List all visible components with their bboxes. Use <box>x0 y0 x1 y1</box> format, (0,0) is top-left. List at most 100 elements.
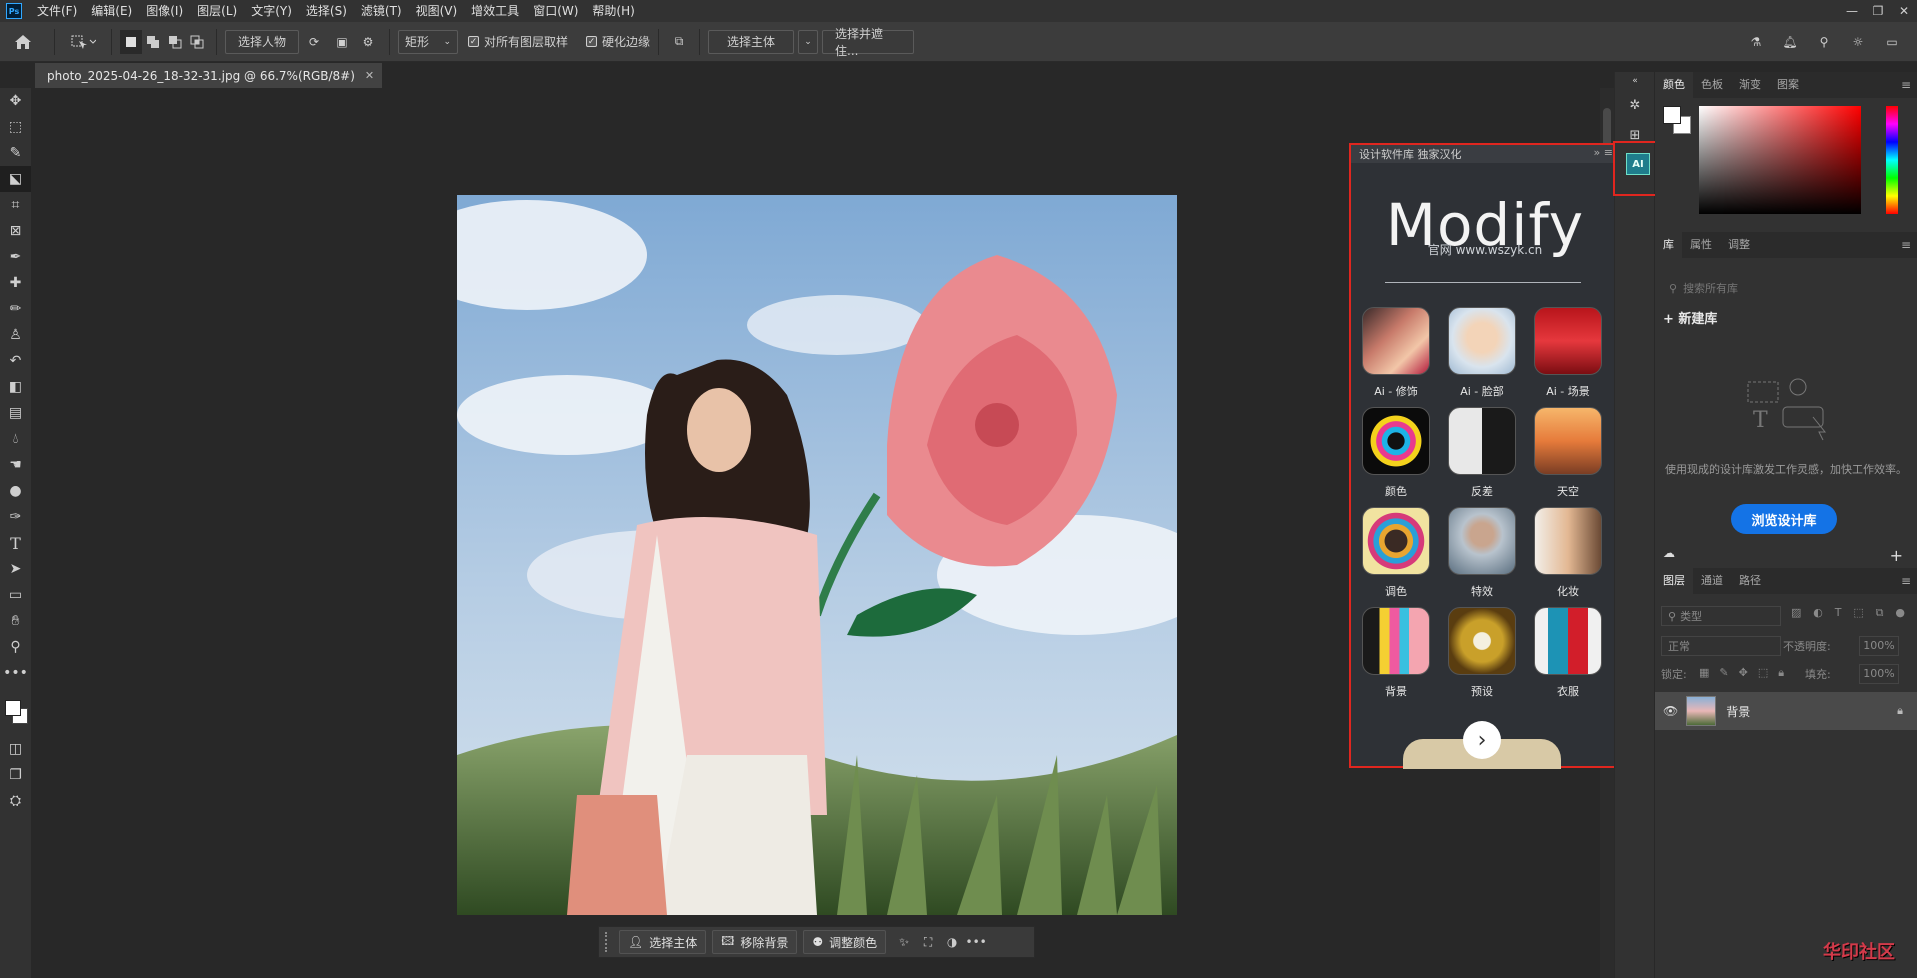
restore-icon[interactable]: ❐ <box>1865 0 1891 22</box>
object-select-tool-icon[interactable]: ⬕ <box>0 166 31 192</box>
stamp-tool-icon[interactable]: ♙ <box>0 322 31 348</box>
lock-pixels-icon[interactable]: ✎ <box>1719 666 1728 680</box>
panel-menu-icon[interactable]: ≡ <box>1901 72 1911 98</box>
lightbulb-icon[interactable]: ☼ <box>1841 30 1875 54</box>
plugin-item-sky[interactable]: 天空 <box>1533 407 1603 505</box>
plugin-item-contrast[interactable]: 反差 <box>1447 407 1517 505</box>
plugin-item-background[interactable]: 背景 <box>1361 607 1431 705</box>
taskbar-select-subject-button[interactable]: 👤︎ 选择主体 <box>619 930 707 954</box>
tab-swatches[interactable]: 色板 <box>1693 72 1731 98</box>
add-icon[interactable]: + <box>1890 546 1903 565</box>
flask-icon[interactable]: ⚗ <box>1739 30 1773 54</box>
mode-dropdown[interactable]: 矩形 ⌄ <box>398 29 459 54</box>
plugin-item-color[interactable]: 颜色 <box>1361 407 1431 505</box>
fg-bg-color-swatches[interactable] <box>1663 106 1693 136</box>
magic-icon[interactable]: ✲ <box>1615 90 1655 120</box>
plugin-item-ai-face[interactable]: Ai - 脸部 <box>1447 307 1517 405</box>
select-person-button[interactable]: 选择人物 <box>225 29 300 54</box>
panel-menu-icon[interactable]: ≡ <box>1901 232 1911 258</box>
menu-plugins[interactable]: 增效工具 <box>464 0 526 22</box>
ai-plugin-icon[interactable]: AI <box>1626 153 1650 175</box>
history-brush-icon[interactable]: ↶ <box>0 348 31 374</box>
subtract-selection-icon[interactable] <box>164 30 186 54</box>
pen-tool-icon[interactable]: ✑ <box>0 504 31 530</box>
minimize-icon[interactable]: — <box>1839 0 1865 22</box>
rectangle-tool-icon[interactable]: ▭ <box>0 582 31 608</box>
menu-view[interactable]: 视图(V) <box>409 0 465 22</box>
plugin-item-ai-retouch[interactable]: Ai - 修饰 <box>1361 307 1431 405</box>
close-tab-icon[interactable]: ✕ <box>365 69 374 82</box>
path-select-tool-icon[interactable]: ➤ <box>0 556 31 582</box>
healing-brush-icon[interactable]: ✚ <box>0 270 31 296</box>
new-library-button[interactable]: + 新建库 <box>1663 308 1717 327</box>
add-selection-icon[interactable] <box>142 30 164 54</box>
plugin-item-effects[interactable]: 特效 <box>1447 507 1517 605</box>
move-tool-icon[interactable]: ✥ <box>0 88 31 114</box>
tab-layers[interactable]: 图层 <box>1655 568 1693 594</box>
menu-file[interactable]: 文件(F) <box>30 0 84 22</box>
filter-toggle-icon[interactable]: ● <box>1895 606 1905 620</box>
select-subject-button[interactable]: 选择主体 <box>708 29 795 54</box>
collapse-panels-icon[interactable]: « <box>1615 72 1655 90</box>
home-icon[interactable] <box>0 30 46 54</box>
intersect-selection-icon[interactable] <box>186 30 208 54</box>
tab-libraries[interactable]: 库 <box>1655 232 1682 258</box>
dodge-tool-icon[interactable]: ● <box>0 478 31 504</box>
layer-row[interactable]: 👁︎ 背景 🔒︎ <box>1655 692 1917 730</box>
tab-properties[interactable]: 属性 <box>1682 232 1720 258</box>
more-options-icon[interactable]: ••• <box>964 930 988 954</box>
menu-select[interactable]: 选择(S) <box>299 0 354 22</box>
fill-input[interactable]: 100% <box>1859 664 1899 684</box>
tab-channels[interactable]: 通道 <box>1693 568 1731 594</box>
document-image[interactable] <box>457 195 1177 915</box>
lock-artboard-icon[interactable]: ⬚ <box>1758 666 1768 680</box>
hue-slider[interactable] <box>1886 106 1898 214</box>
search-icon[interactable]: ⚲ <box>1807 30 1841 54</box>
tab-adjustments[interactable]: 调整 <box>1720 232 1758 258</box>
bell-icon[interactable]: 🔔︎ <box>1773 30 1807 54</box>
color-field[interactable] <box>1699 106 1861 214</box>
lock-position-icon[interactable]: ✥ <box>1739 666 1748 680</box>
tab-paths[interactable]: 路径 <box>1731 568 1769 594</box>
shape-filter-icon[interactable]: ⬚ <box>1853 606 1863 620</box>
menu-window[interactable]: 窗口(W) <box>526 0 585 22</box>
menu-type[interactable]: 文字(Y) <box>244 0 299 22</box>
sample-all-layers-checkbox[interactable]: ✓ 对所有图层取样 <box>468 30 568 54</box>
plugin-menu-icon[interactable]: » ≡ <box>1594 146 1613 159</box>
library-search-input[interactable]: ⚲ 搜索所有库 <box>1663 276 1909 300</box>
menu-filter[interactable]: 滤镜(T) <box>354 0 409 22</box>
select-subject-options-icon[interactable]: ⧉ <box>667 30 691 54</box>
blur-tool-icon[interactable]: 💧︎ <box>0 426 31 452</box>
plugin-item-makeup[interactable]: 化妆 <box>1533 507 1603 605</box>
refresh-icon[interactable]: ⟳ <box>299 30 329 54</box>
new-selection-icon[interactable] <box>120 29 142 54</box>
menu-image[interactable]: 图像(I) <box>139 0 190 22</box>
plugin-item-ai-scene[interactable]: Ai - 场景 <box>1533 307 1603 405</box>
plugin-item-clothes[interactable]: 衣服 <box>1533 607 1603 705</box>
foreground-color-swatch[interactable] <box>1663 106 1681 124</box>
select-subject-dropdown[interactable]: ⌄ <box>798 29 819 54</box>
gradient-tool-icon[interactable]: ▤ <box>0 400 31 426</box>
magic-wand-icon[interactable]: ✨︎ <box>892 930 916 954</box>
lock-all-icon[interactable]: 🔒︎ <box>1778 666 1784 680</box>
type-filter-icon[interactable]: T <box>1835 606 1842 620</box>
plugin-item-grading[interactable]: 调色 <box>1361 507 1431 605</box>
browse-library-button[interactable]: 浏览设计库 <box>1731 504 1837 534</box>
panel-menu-icon[interactable]: ≡ <box>1901 568 1911 594</box>
tool-preset-icon[interactable] <box>63 30 103 54</box>
blend-mode-dropdown[interactable]: 正常 <box>1661 636 1781 656</box>
plugin-item-presets[interactable]: 预设 <box>1447 607 1517 705</box>
eyedropper-tool-icon[interactable]: ✒ <box>0 244 31 270</box>
contrast-icon[interactable]: ◑ <box>940 930 964 954</box>
frame-tool-icon[interactable]: ⊠ <box>0 218 31 244</box>
workspace-icon[interactable]: ▭ <box>1875 30 1909 54</box>
layer-filter-dropdown[interactable]: ⚲ 类型 <box>1661 606 1781 626</box>
opacity-input[interactable]: 100% <box>1859 636 1899 656</box>
settings-gear-icon[interactable]: ⚙ <box>355 30 381 54</box>
visibility-eye-icon[interactable]: 👁︎ <box>1663 704 1678 718</box>
menu-help[interactable]: 帮助(H) <box>585 0 641 22</box>
tab-gradients[interactable]: 渐变 <box>1731 72 1769 98</box>
transform-icon[interactable]: ⛶ <box>916 930 940 954</box>
adjustment-filter-icon[interactable]: ◐ <box>1813 606 1823 620</box>
taskbar-remove-bg-button[interactable]: 🖾︎ 移除背景 <box>712 930 798 954</box>
